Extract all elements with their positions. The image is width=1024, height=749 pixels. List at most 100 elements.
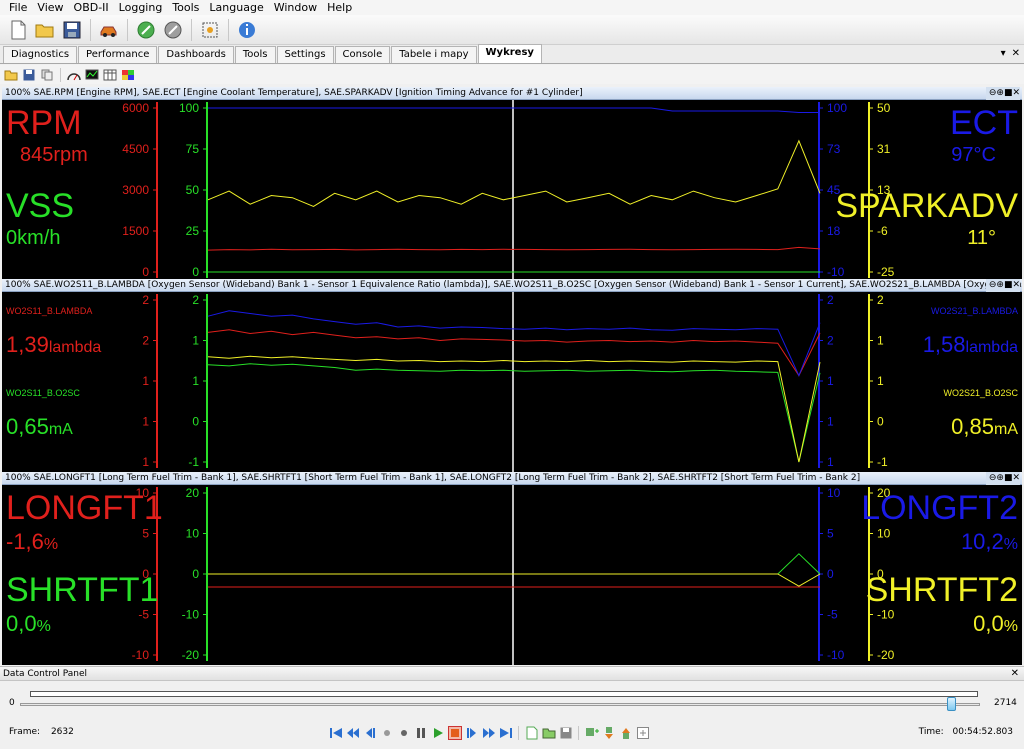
tab-wykresy[interactable]: Wykresy — [477, 44, 542, 63]
data-control-panel-close-icon[interactable]: ✕ — [1011, 667, 1019, 681]
axis-tick-label: -6 — [877, 224, 888, 238]
axis-tick-label: 25 — [186, 224, 200, 238]
new-log-icon[interactable] — [524, 725, 539, 741]
menu-file[interactable]: File — [4, 1, 32, 14]
axis-tick-label: 1 — [192, 374, 199, 388]
save-icon[interactable] — [21, 67, 37, 83]
connect-plug-icon[interactable] — [134, 18, 158, 42]
metric-value-number: 0,65 — [6, 414, 49, 439]
menu-bar: File View OBD-II Logging Tools Language Window… — [0, 0, 1024, 15]
tab-diagnostics[interactable]: Diagnostics — [3, 46, 78, 63]
axis-tick-label: -5 — [827, 608, 838, 622]
metric-unit: % — [1003, 536, 1018, 553]
metric-value-number: 0,0 — [973, 611, 1004, 636]
time-value: 00:54:52.803 — [952, 727, 1013, 737]
metric-value: 845rpm — [20, 144, 88, 167]
metric-unit: lambda — [965, 339, 1018, 356]
gauge-icon[interactable] — [66, 67, 82, 83]
axis-tick-label: 6000 — [122, 101, 149, 115]
save-disk-icon[interactable] — [60, 18, 84, 42]
stop-icon[interactable] — [396, 725, 411, 741]
panel-window-controls[interactable]: ⊖⊕■✕ — [985, 279, 1020, 292]
export-icon[interactable] — [635, 725, 650, 741]
play-icon[interactable] — [430, 725, 445, 741]
tab-console[interactable]: Console — [334, 46, 391, 63]
disconnect-plug-icon[interactable] — [161, 18, 185, 42]
axis-tick-label: 1 — [142, 415, 149, 429]
menu-help[interactable]: Help — [322, 1, 357, 14]
metric-value: 11° — [967, 227, 996, 250]
transport-controls — [328, 724, 650, 742]
metric-value: 0km/h — [6, 227, 60, 250]
car-icon[interactable] — [97, 18, 121, 42]
frame-select-icon[interactable] — [198, 18, 222, 42]
axis-tick-label: 1 — [827, 455, 834, 469]
monitor-icon[interactable] — [84, 67, 100, 83]
toolbar-separator — [127, 18, 128, 41]
open-log-icon[interactable] — [541, 725, 556, 741]
axis-tick-label: 0 — [827, 567, 834, 581]
tab-settings[interactable]: Settings — [276, 46, 334, 63]
tab-close-icon[interactable]: ✕ — [1012, 48, 1020, 59]
slider-thumb[interactable] — [947, 697, 957, 711]
axis-tick-label: -10 — [827, 648, 845, 662]
open-folder-icon[interactable] — [33, 18, 57, 42]
marker-down-icon[interactable] — [601, 725, 616, 741]
tab-dropdown-icon[interactable]: ▾ — [1001, 48, 1006, 59]
menu-language[interactable]: Language — [204, 1, 268, 14]
info-icon[interactable] — [235, 18, 259, 42]
axis-tick-label: 73 — [827, 142, 841, 156]
axis-tick-label: 10 — [877, 527, 891, 541]
save-log-icon[interactable] — [558, 725, 573, 741]
axis-tick-label: -25 — [877, 265, 895, 279]
step-forward-icon[interactable] — [464, 725, 479, 741]
panel-window-controls[interactable]: ⊖⊕■✕ — [985, 472, 1020, 485]
menu-window[interactable]: Window — [269, 1, 322, 14]
axis-tick-label: 5 — [827, 527, 834, 541]
menu-obd-ii[interactable]: OBD-II — [69, 1, 114, 14]
chart-panel-plot-area: 2 2 1 1 1 2 1 1 0 -1 2 2 1 1 1 2 1 1 0 -1 WO2S11_B.LAMBDA 1,3… — [2, 292, 1022, 472]
open-icon[interactable] — [3, 67, 19, 83]
menu-tools[interactable]: Tools — [167, 1, 204, 14]
rewind-fast-icon[interactable] — [345, 725, 360, 741]
chart-toolbar — [0, 65, 1024, 84]
metric-name: ECT — [950, 104, 1018, 142]
metric-value: 0,85mA — [951, 414, 1018, 440]
tab-tabele-i-mapy[interactable]: Tabele i mapy — [391, 46, 477, 63]
add-marker-icon[interactable] — [584, 725, 599, 741]
tab-dashboards[interactable]: Dashboards — [158, 46, 234, 63]
metric-unit: mA — [48, 421, 73, 438]
marker-up-icon[interactable] — [618, 725, 633, 741]
metric-value-number: -1,6 — [6, 529, 44, 554]
axis-tick-label: 10 — [186, 527, 200, 541]
skip-end-icon[interactable] — [498, 725, 513, 741]
tab-controls: ▾ ✕ — [1001, 48, 1020, 59]
fast-forward-icon[interactable] — [481, 725, 496, 741]
chart-panel-3: 100% SAE.LONGFT1 [Long Term Fuel Trim - … — [2, 472, 1022, 665]
axis-tick-label: 0 — [877, 415, 884, 429]
metric-name: WO2S11_B.O2SC — [6, 388, 80, 398]
menu-view[interactable]: View — [32, 1, 68, 14]
metric-unit: % — [43, 536, 59, 553]
dot-icon[interactable] — [379, 725, 394, 741]
new-file-icon[interactable] — [6, 18, 30, 42]
skip-start-icon[interactable] — [328, 725, 343, 741]
menu-logging[interactable]: Logging — [114, 1, 168, 14]
pause-icon[interactable] — [413, 725, 428, 741]
color-grid-icon[interactable] — [120, 67, 136, 83]
axis-tick-label: 1 — [877, 334, 884, 348]
table-icon[interactable] — [102, 67, 118, 83]
range-track[interactable] — [30, 691, 978, 697]
axis-tick-label: 1 — [192, 334, 199, 348]
metric-unit: km/h — [17, 227, 61, 249]
record-icon[interactable] — [447, 725, 462, 741]
tab-tools[interactable]: Tools — [234, 46, 276, 63]
step-back-icon[interactable] — [362, 725, 377, 741]
position-slider[interactable] — [20, 703, 980, 706]
copy-icon[interactable] — [39, 67, 55, 83]
panel-window-controls[interactable]: ⊖⊕■✕ — [985, 87, 1020, 100]
series-line-sparkadv — [207, 139, 821, 207]
series-line-rpm — [207, 246, 821, 251]
frame-value: 2632 — [50, 727, 74, 737]
tab-performance[interactable]: Performance — [78, 46, 158, 63]
